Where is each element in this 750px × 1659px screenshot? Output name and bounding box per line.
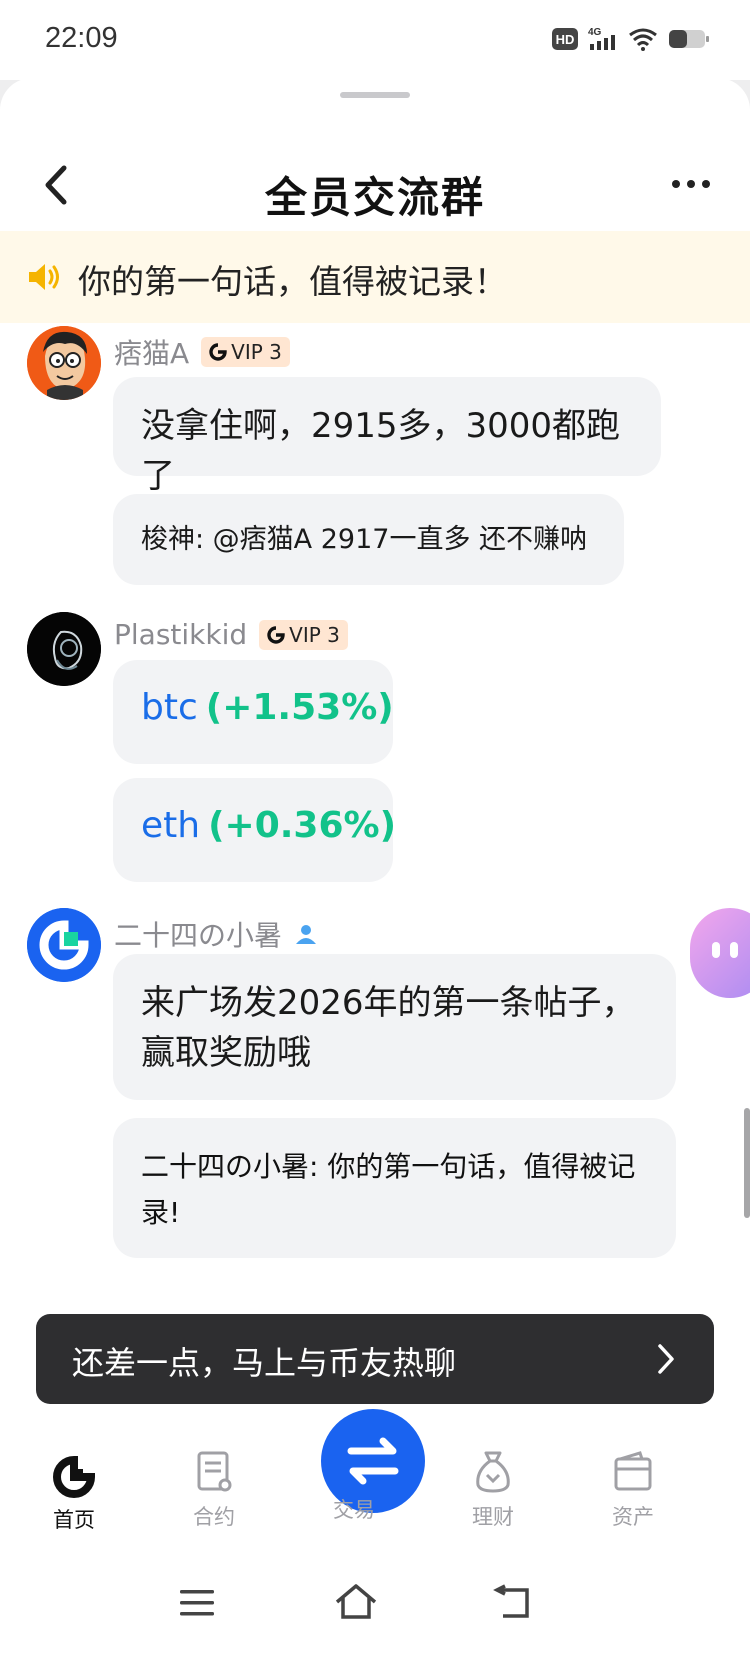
logo-icon — [209, 343, 227, 361]
avatar[interactable] — [27, 612, 101, 686]
tab-label: 交易 — [333, 1498, 375, 1522]
reply-text: 梭神: @痞猫A 2917一直多 还不赚呐 — [141, 524, 588, 555]
tab-home[interactable]: 首页 — [24, 1456, 124, 1534]
tab-assets[interactable]: 资产 — [583, 1449, 683, 1531]
reply-line: 二十四の小暑: 你的第一句话，值得被记 — [141, 1150, 636, 1183]
ticker-bubble-btc[interactable]: btc (+1.53%) — [113, 660, 394, 764]
vip-badge: VIP 3 — [201, 337, 290, 367]
scrollbar[interactable] — [744, 1108, 750, 1218]
signal-4g-icon: 4G — [588, 27, 615, 50]
logo-avatar-icon — [27, 908, 101, 982]
bot-face-icon — [712, 942, 738, 958]
tab-label: 首页 — [53, 1508, 95, 1532]
username-text: 二十四の小暑 — [114, 919, 283, 952]
vip-badge: VIP 3 — [259, 619, 348, 650]
tab-label: 资产 — [612, 1505, 654, 1529]
notice-banner[interactable]: 你的第一句话，值得被记录！ — [0, 231, 750, 323]
speaker-icon — [29, 264, 59, 290]
bottom-tab-bar: 首页 合约 交易 理财 资产 — [0, 1451, 750, 1566]
username-text: 痞猫A — [114, 337, 190, 370]
status-icons: HD 4G — [552, 26, 710, 52]
system-nav-bar — [0, 1568, 750, 1659]
cta-text: 还差一点，马上与币友热聊 — [72, 1344, 457, 1382]
vip-label: VIP 3 — [289, 622, 340, 647]
status-bar: 22:09 HD 4G — [0, 0, 750, 80]
ticker-change: (+1.53%) — [205, 687, 394, 728]
message-line: 赢取奖励哦 — [141, 1033, 311, 1073]
menu-icon[interactable] — [180, 1588, 216, 1618]
ticker-change: (+0.36%) — [208, 805, 397, 846]
notice-text: 你的第一句话，值得被记录！ — [78, 262, 507, 301]
chat-sheet: 全员交流群 你的第一句话，值得被记录！ 痞猫A VIP 3 没拿住啊，2915多… — [0, 78, 750, 1659]
back-icon[interactable] — [493, 1584, 533, 1620]
tab-trade[interactable]: 交易 — [304, 1488, 404, 1524]
logo-icon — [267, 625, 285, 644]
home-icon[interactable] — [334, 1582, 378, 1620]
reply-line: 录! — [141, 1196, 181, 1229]
money-bag-icon — [476, 1451, 510, 1493]
page-title: 全员交流群 — [264, 173, 485, 222]
astronaut-avatar-icon — [27, 612, 101, 686]
avatar[interactable] — [27, 908, 101, 982]
ticker-symbol[interactable]: eth — [141, 805, 200, 846]
cartoon-avatar-icon — [27, 326, 101, 400]
wallet-icon — [614, 1451, 652, 1491]
tab-finance[interactable]: 理财 — [443, 1449, 543, 1531]
wifi-icon — [629, 28, 657, 51]
message-bubble[interactable]: 来广场发2026年的第一条帖子， 赢取奖励哦 — [113, 954, 676, 1100]
tab-label: 理财 — [472, 1505, 514, 1529]
message-bubble[interactable]: 没拿住啊，2915多，3000都跑了 — [113, 377, 661, 496]
message-text: 没拿住啊，2915多，3000都跑了 — [141, 406, 621, 496]
ticker-symbol[interactable]: btc — [141, 687, 198, 728]
reply-bubble[interactable]: 梭神: @痞猫A 2917一直多 还不赚呐 — [113, 494, 624, 585]
nav-bar: 全员交流群 — [0, 138, 750, 238]
avatar[interactable] — [27, 326, 101, 400]
person-icon — [296, 925, 317, 944]
tab-label: 合约 — [193, 1505, 235, 1529]
message-line: 来广场发2026年的第一条帖子， — [141, 983, 636, 1023]
ticker-bubble-eth[interactable]: eth (+0.36%) — [113, 778, 397, 882]
hd-icon: HD — [552, 28, 578, 50]
username[interactable]: Plastikkid VIP 3 — [114, 618, 348, 651]
sheet-grabber[interactable] — [340, 92, 410, 98]
home-logo-icon — [53, 1456, 95, 1498]
join-chat-banner[interactable]: 还差一点，马上与币友热聊 — [36, 1314, 714, 1404]
reply-bubble[interactable]: 二十四の小暑: 你的第一句话，值得被记 录! — [113, 1118, 676, 1258]
more-horizontal-icon[interactable] — [670, 176, 712, 192]
contract-icon — [197, 1451, 232, 1492]
svg-text:4G: 4G — [588, 27, 602, 38]
username[interactable]: 二十四の小暑 — [114, 914, 318, 954]
battery-icon — [669, 30, 709, 48]
vip-label: VIP 3 — [231, 340, 282, 364]
chevron-right-icon — [658, 1344, 674, 1374]
username-text: Plastikkid — [114, 618, 248, 651]
username[interactable]: 痞猫A VIP 3 — [114, 332, 290, 372]
tab-contract[interactable]: 合约 — [164, 1449, 264, 1531]
status-time: 22:09 — [45, 22, 118, 54]
assistant-float-button[interactable] — [690, 908, 750, 998]
